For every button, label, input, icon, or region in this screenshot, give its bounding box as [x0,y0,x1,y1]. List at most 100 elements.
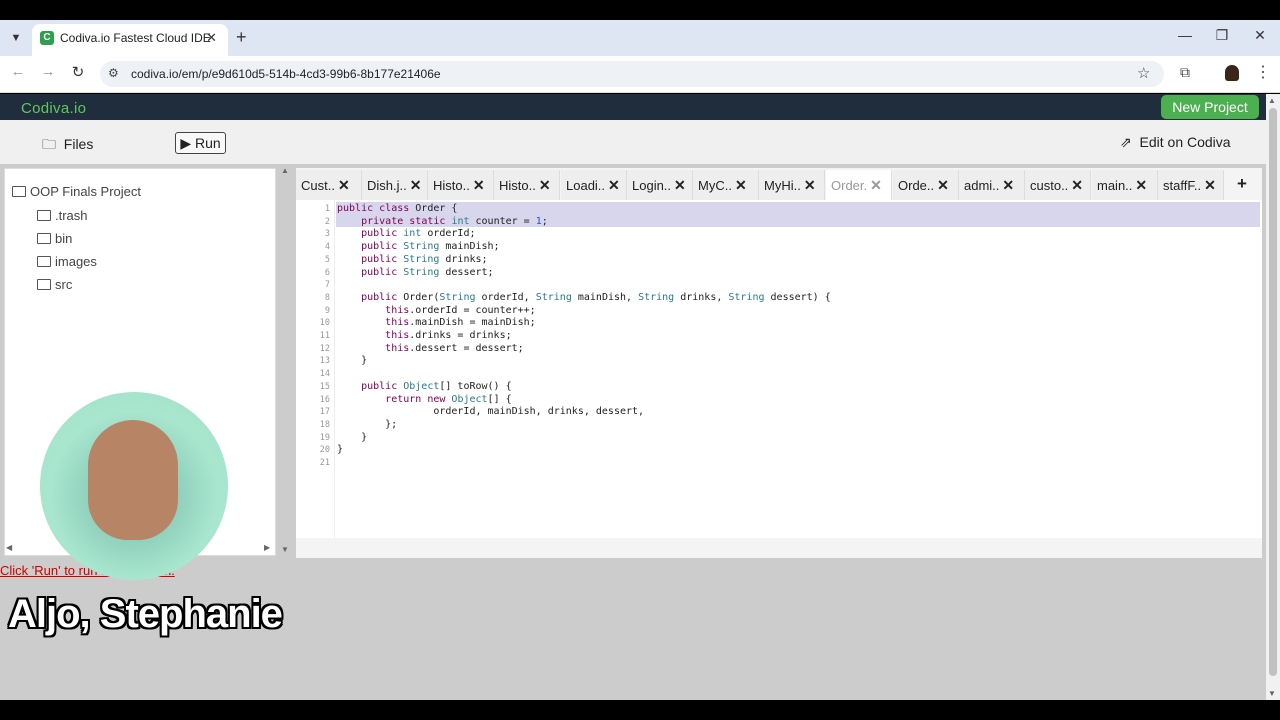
profile-avatar[interactable] [1225,65,1239,81]
close-file-tab-icon[interactable]: ✕ [674,177,686,193]
file-tab-label: Login.. [632,178,672,193]
line-number: 5 [324,254,330,265]
file-tab[interactable]: Cust.. ✕ [296,170,362,200]
bookmark-star-icon[interactable]: ☆ [1137,64,1150,82]
file-tab-label: MyC.. [698,178,732,193]
tab-search-chevron-icon[interactable]: ▼ [6,28,26,48]
code-line[interactable]: return new Object[] { [337,394,511,405]
file-tab[interactable]: Orde.. ✕ [893,170,959,200]
file-tab[interactable]: admi.. ✕ [959,170,1025,200]
restore-icon[interactable]: ❐ [1212,27,1232,44]
back-arrow-icon[interactable]: ← [8,63,28,80]
file-tab[interactable]: MyC.. ✕ [693,170,759,200]
folder-open-icon: 🗀 [42,136,56,152]
code-line[interactable]: public String mainDish; [337,241,500,252]
forward-arrow-icon[interactable]: → [38,63,58,80]
close-file-tab-icon[interactable]: ✕ [608,177,620,193]
close-file-tab-icon[interactable]: ✕ [937,177,949,193]
site-info-icon[interactable]: ⚙ [108,66,119,80]
code-line[interactable]: this.orderId = counter++; [337,305,536,316]
line-number: 21 [319,458,330,468]
file-tab[interactable]: Login.. ✕ [627,170,693,200]
play-circle-icon: ▶ [180,135,192,151]
code-line[interactable]: orderId, mainDish, drinks, dessert, [337,406,644,417]
page-scroll-down-icon[interactable]: ▼ [1268,689,1276,698]
file-tab[interactable]: Histo.. ✕ [494,170,560,200]
file-tab-label: admi.. [964,178,1000,193]
code-line[interactable]: public Order(String orderId, String main… [337,292,831,303]
file-tab[interactable]: MyHi.. ✕ [759,170,825,200]
code-line[interactable]: this.mainDish = mainDish; [337,317,536,328]
page-scroll-thumb[interactable] [1269,108,1277,676]
close-file-tab-icon[interactable]: ✕ [410,177,422,193]
file-tab[interactable]: main.. ✕ [1092,170,1158,200]
code-line[interactable]: } [337,432,367,443]
run-button[interactable]: ▶ Run [175,132,226,154]
tree-item-images[interactable]: images [37,254,97,269]
folder-label: bin [55,231,73,246]
tree-item-bin[interactable]: bin [37,231,72,246]
file-tab-label: Dish.j.. [367,178,407,193]
line-number: 17 [319,407,330,418]
code-line[interactable]: public Object[] toRow() { [337,381,512,392]
add-file-plus-icon[interactable]: + [1237,174,1247,194]
close-file-tab-icon[interactable]: ✕ [804,177,816,193]
file-tab[interactable]: Dish.j.. ✕ [362,170,428,200]
close-file-tab-icon[interactable]: ✕ [473,177,485,193]
close-file-tab-icon[interactable]: ✕ [735,177,747,193]
scroll-right-icon[interactable]: ▶ [264,543,270,552]
external-link-icon: ⇗ [1120,134,1132,150]
minimize-icon[interactable]: — [1175,27,1195,43]
edit-on-codiva-button[interactable]: ⇗ Edit on Codiva [1120,134,1231,151]
close-tab-icon[interactable]: ✕ [206,30,217,46]
code-line[interactable]: } [337,444,343,455]
line-number: 2 [324,216,330,227]
close-file-tab-icon[interactable]: ✕ [870,177,882,193]
close-file-tab-icon[interactable]: ✕ [1135,177,1147,193]
page-scroll-up-icon[interactable]: ▲ [1268,96,1276,105]
scroll-down-icon[interactable]: ▼ [281,545,289,554]
close-file-tab-icon[interactable]: ✕ [1002,177,1014,193]
extensions-puzzle-icon[interactable]: ⧉ [1180,64,1190,81]
scroll-left-icon[interactable]: ◀ [6,543,12,552]
line-number: 9 [324,305,330,316]
code-line[interactable]: public String drinks; [337,254,487,265]
reload-icon[interactable]: ↻ [68,63,88,81]
file-tab[interactable]: Order. ✕ [826,170,892,200]
file-tabs-row: Cust.. ✕ Dish.j.. ✕ Histo.. ✕ Histo.. ✕ Loadi.. ✕… [296,170,1262,200]
kebab-menu-icon[interactable]: ⋮ [1255,62,1271,82]
code-line[interactable]: this.dessert = dessert; [337,343,523,354]
code-line[interactable]: }; [337,419,397,430]
close-file-tab-icon[interactable]: ✕ [1204,177,1216,193]
line-number: 1 [324,204,330,214]
close-file-tab-icon[interactable]: ✕ [338,177,350,193]
line-number: 16 [319,394,330,405]
close-file-tab-icon[interactable]: ✕ [1071,177,1083,193]
code-line[interactable]: } [337,355,367,366]
brand-logo[interactable]: Codiva.io [21,100,86,117]
files-button[interactable]: 🗀 Files [42,134,93,158]
file-tab[interactable]: Histo.. ✕ [428,170,494,200]
code-line[interactable]: public class Order { [337,203,457,214]
line-number: 14 [319,369,330,380]
code-line[interactable]: public String dessert; [337,267,493,278]
file-tab-label: Histo.. [433,178,470,193]
file-tab[interactable]: Loadi.. ✕ [561,170,627,200]
tree-item-src[interactable]: src [37,277,72,292]
tree-item-trash[interactable]: .trash [37,208,88,223]
code-line[interactable]: public int orderId; [337,228,475,239]
code-line[interactable]: this.drinks = drinks; [337,330,511,341]
scroll-up-icon[interactable]: ▲ [281,166,289,175]
file-tab[interactable]: custo.. ✕ [1025,170,1091,200]
new-tab-plus-icon[interactable]: + [236,27,247,48]
folder-label: .trash [55,208,88,223]
window-close-icon[interactable]: ✕ [1250,27,1270,44]
code-line[interactable]: private static int counter = 1; [337,216,548,227]
close-file-tab-icon[interactable]: ✕ [539,177,551,193]
folder-icon [37,233,51,245]
new-project-button[interactable]: New Project [1161,95,1259,119]
file-tab[interactable]: staffF.. ✕ [1158,170,1224,200]
url-text[interactable]: codiva.io/em/p/e9d610d5-514b-4cd3-99b6-8… [131,67,441,81]
tree-item-project[interactable]: OOP Finals Project [12,184,141,199]
line-number: 4 [324,242,330,253]
